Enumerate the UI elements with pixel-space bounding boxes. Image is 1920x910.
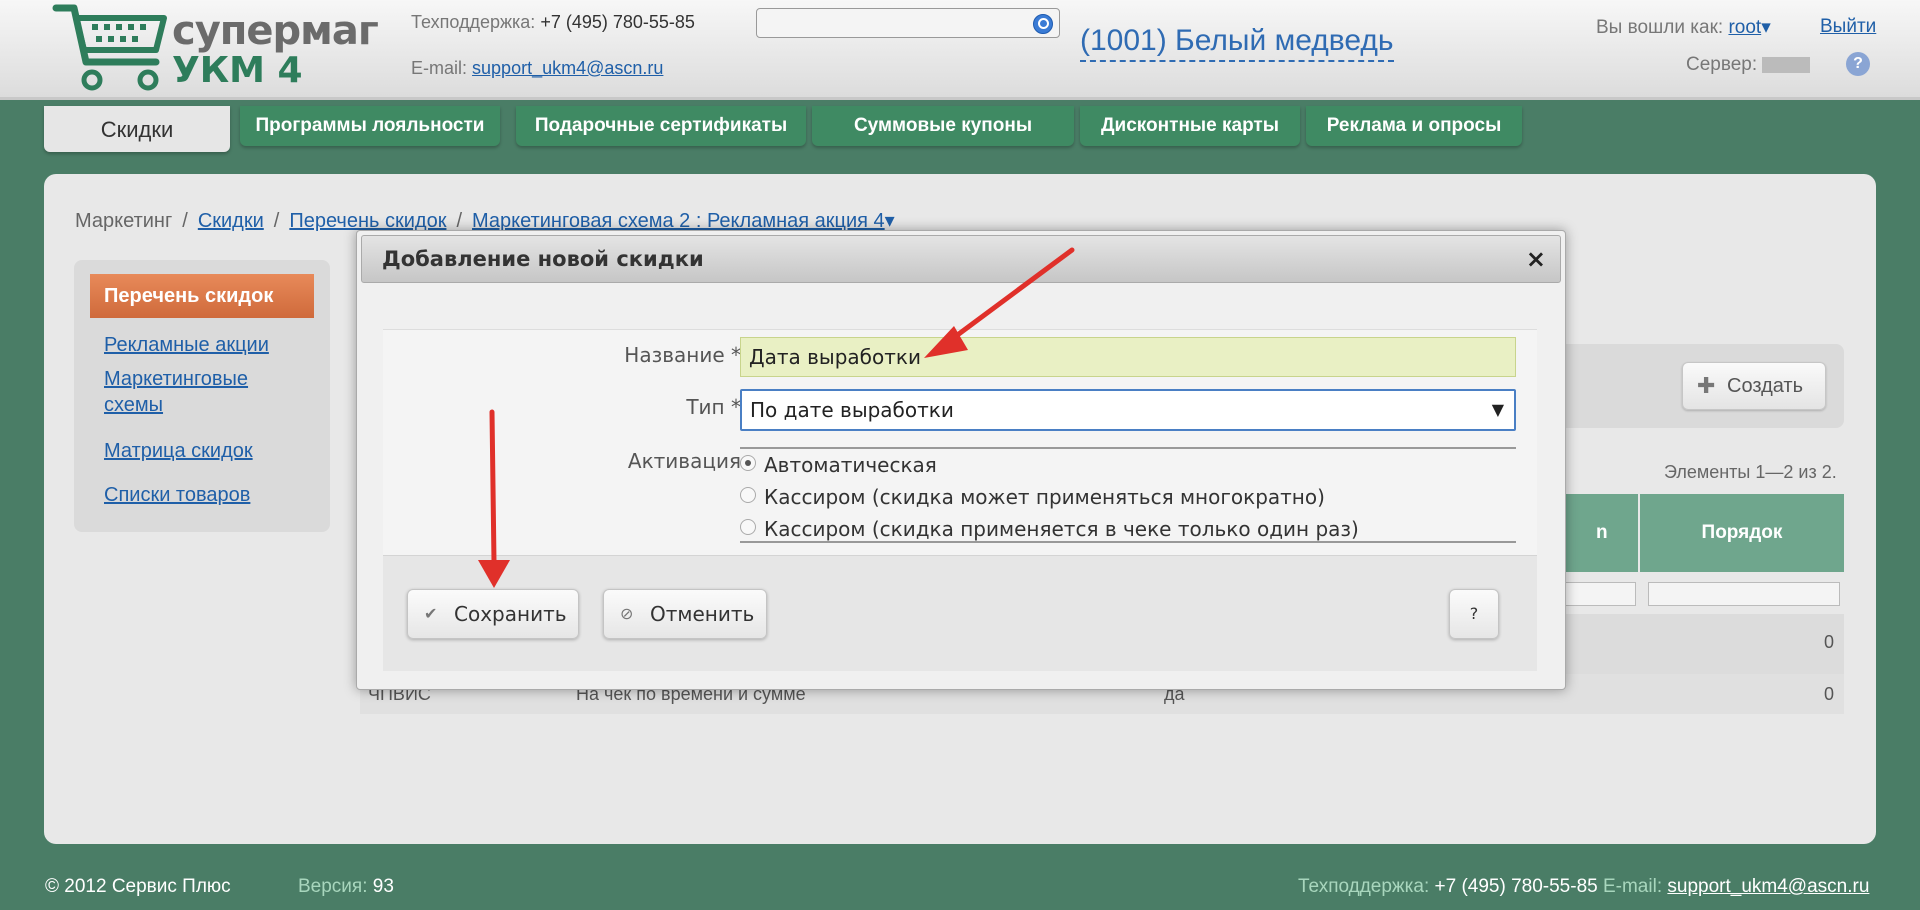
annotation-arrow-to-save bbox=[478, 409, 510, 588]
annotation-arrow-to-name bbox=[924, 247, 1075, 358]
annotation-arrows bbox=[478, 247, 1075, 588]
